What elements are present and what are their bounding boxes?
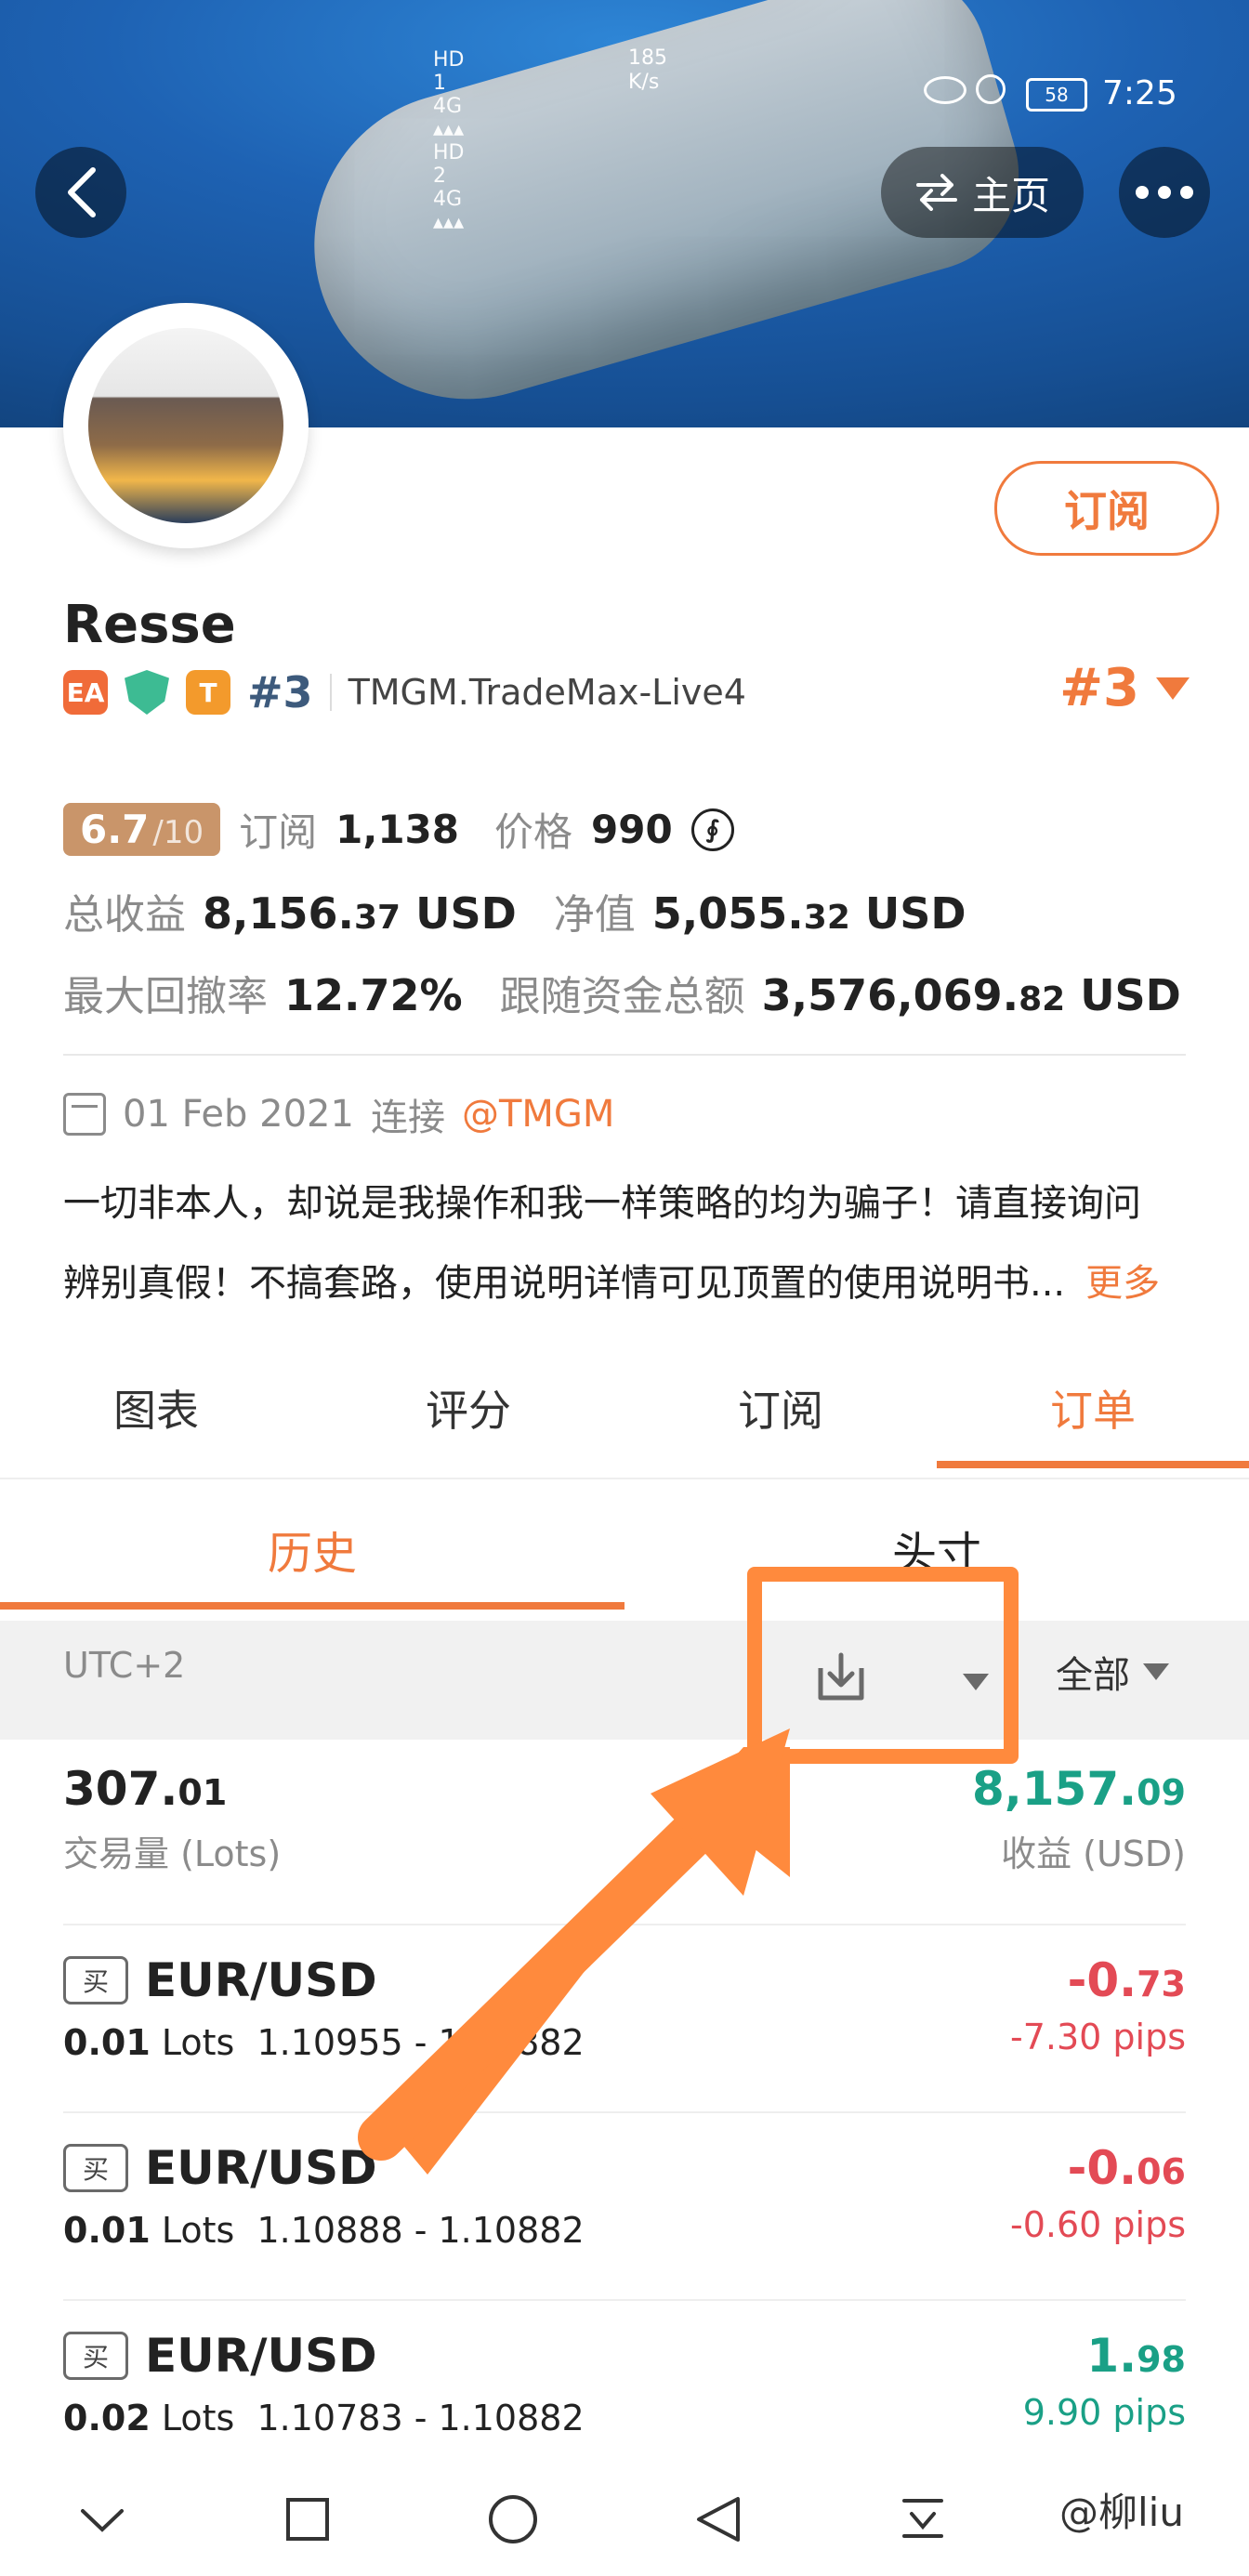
t-badge: T [186,670,230,715]
ea-badge: EA [63,670,108,715]
order-pips: -0.60 pips [1010,2204,1186,2245]
rank-small: #3 [247,667,313,717]
profit-equity-row: 总收益 8,156.37 USD 净值 5,055.32 USD [63,881,966,940]
back-icon [68,167,96,217]
order-subtabs: 历史 头寸 [0,1478,1249,1619]
nav-menu-icon[interactable] [876,2473,969,2566]
order-pips: 9.90 pips [1022,2392,1186,2433]
timezone-label: UTC+2 [63,1645,186,1686]
trader-name: Resse [63,595,236,655]
total-lots-label: 交易量 (Lots) [63,1833,282,1874]
status-time: 7:25 [1102,74,1177,112]
nav-circle-icon[interactable] [467,2473,559,2566]
order-pnl: 1.98 [1086,2329,1186,2383]
subtab-history[interactable]: 历史 [0,1479,624,1619]
tab-chart[interactable]: 图表 [0,1347,312,1468]
watermark: @柳liu [1059,2490,1184,2535]
home-label: 主页 [971,172,1050,218]
side-tag: 买 [63,1956,128,2004]
since-row: 01 Feb 2021 连接 @TMGM [63,1087,614,1141]
side-tag: 买 [63,2144,128,2192]
back-button[interactable] [35,147,126,238]
max-drawdown-value: 12.72% [284,970,463,1020]
side-tag: 买 [63,2332,128,2380]
order-pnl: -0.06 [1067,2141,1186,2195]
equity-label: 净值 [553,891,636,939]
total-profit-label: 收益 (USD) [1001,1833,1186,1874]
profile-description: 一切非本人，却说是我操作和我一样策略的均为骗子！请直接询问 辨别真假！不搞套路，… [63,1163,1197,1323]
badge-row: EA T #3 TMGM.TradeMax-Live4 [63,667,746,717]
network-indicator: HD 1 4G ▴▴▴ HD 2 4G ▴▴▴ [433,48,465,234]
follow-funds-value: 3,576,069.82 USD [761,970,1181,1020]
more-button[interactable] [1119,147,1210,238]
subscribe-count: 1,138 [335,807,459,852]
avatar [63,303,309,548]
divider [63,1054,1186,1056]
drawdown-funds-row: 最大回撤率 12.72% 跟随资金总额 3,576,069.82 USD [63,963,1181,1022]
eye-icon [924,76,966,104]
price-label: 价格 [494,809,573,855]
rank-dropdown[interactable]: #3 [1059,658,1190,718]
equity-value: 5,055.32 USD [651,888,966,939]
total-profit: 8,157.09 [971,1762,1186,1816]
price-value: 990 [591,807,673,852]
total-profit-label: 总收益 [63,891,186,939]
connect-label: 连接 [370,1097,445,1139]
since-date: 01 Feb 2021 [123,1093,354,1136]
tab-rating[interactable]: 评分 [312,1347,624,1468]
order-row[interactable]: 买 EUR/USD 0.02 Lots 1.10783 - 1.10882 1.… [63,2299,1186,2468]
pair-label: EUR/USD [145,1953,377,2007]
subscribe-button[interactable]: 订阅 [994,461,1219,556]
coin-icon: ∮ [690,808,734,851]
score-row: 6.7 /10 订阅 1,138 价格 990 ∮ [63,801,734,858]
server-name: TMGM.TradeMax-Live4 [348,672,746,713]
follow-funds-label: 跟随资金总额 [499,973,745,1020]
description-line-2: 辨别真假！不搞套路，使用说明详情可见顶置的使用说明书... 更多 [63,1262,1161,1305]
more-link[interactable]: 更多 [1085,1262,1160,1305]
chevron-down-icon [1143,1663,1169,1680]
tab-underline [937,1461,1249,1468]
network-speed: 185 K/s [628,46,667,94]
swap-icon [915,174,957,211]
total-lots: 307.01 [63,1762,228,1816]
all-filter-label: 全部 [1056,1654,1130,1697]
pair-label: EUR/USD [145,2329,377,2383]
pair-label: EUR/USD [145,2141,377,2195]
tab-subscribe[interactable]: 订阅 [624,1347,937,1468]
subscribe-count-label: 订阅 [239,809,318,855]
nav-down-icon[interactable] [56,2473,149,2566]
calendar-icon [63,1093,106,1136]
order-details: 0.02 Lots 1.10783 - 1.10882 [63,2398,585,2438]
broker-link[interactable]: @TMGM [462,1093,614,1136]
total-profit-value: 8,156.37 USD [203,888,517,939]
nav-square-icon[interactable] [261,2473,354,2566]
more-icon [1136,186,1193,199]
order-pips: -7.30 pips [1010,2017,1186,2057]
max-drawdown-label: 最大回撤率 [63,973,268,1020]
tab-orders[interactable]: 订单 [937,1347,1249,1468]
verified-shield-icon [125,670,169,715]
order-pnl: -0.73 [1067,1953,1186,2007]
annotation-arrow [358,1728,790,2175]
rank-big: #3 [1059,658,1139,718]
nav-back-icon[interactable] [671,2473,764,2566]
home-button[interactable]: 主页 [881,147,1084,238]
rating-pill: 6.7 /10 [63,803,221,856]
battery-indicator: 58 [1026,78,1087,112]
avatar-image [88,328,283,523]
divider [329,674,332,711]
all-filter-dropdown[interactable]: 全部 [1056,1645,1169,1699]
chevron-down-icon [1156,677,1190,700]
alarm-icon [976,74,1006,104]
main-tabs: 图表 评分 订阅 订单 [0,1347,1249,1468]
subtab-underline [0,1602,624,1610]
description-line-1: 一切非本人，却说是我操作和我一样策略的均为骗子！请直接询问 [63,1182,1141,1225]
